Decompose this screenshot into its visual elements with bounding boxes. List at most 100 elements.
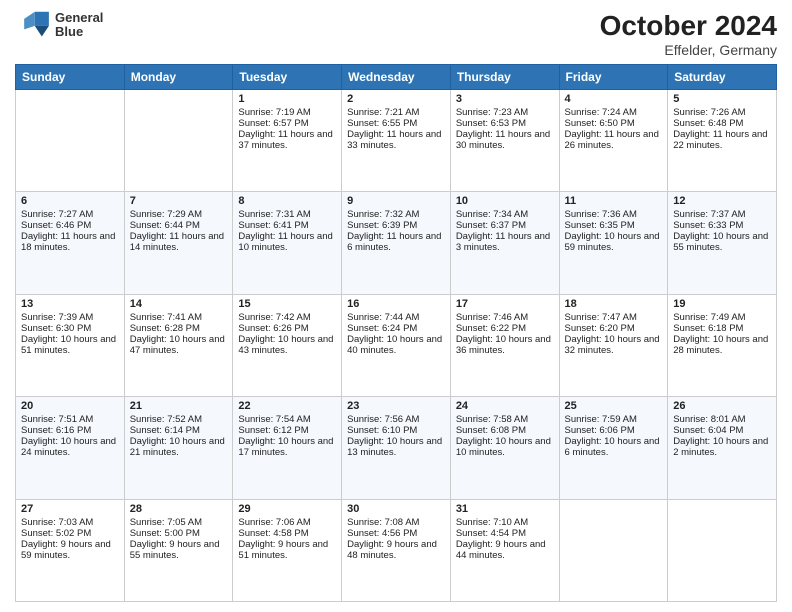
day-number: 22 <box>238 400 336 412</box>
day-number: 30 <box>347 503 445 515</box>
day-number: 25 <box>565 400 663 412</box>
sunrise-text: Sunrise: 7:42 AM <box>238 312 310 323</box>
calendar-cell: 10Sunrise: 7:34 AMSunset: 6:37 PMDayligh… <box>450 192 559 294</box>
calendar-cell: 3Sunrise: 7:23 AMSunset: 6:53 PMDaylight… <box>450 90 559 192</box>
sunrise-text: Sunrise: 7:08 AM <box>347 517 419 528</box>
sunset-text: Sunset: 6:18 PM <box>673 323 743 334</box>
day-number: 7 <box>130 195 228 207</box>
logo-line1: General <box>55 11 103 25</box>
calendar-cell <box>668 499 777 601</box>
calendar-cell: 23Sunrise: 7:56 AMSunset: 6:10 PMDayligh… <box>342 397 451 499</box>
day-number: 29 <box>238 503 336 515</box>
sunrise-text: Sunrise: 7:36 AM <box>565 209 637 220</box>
sunrise-text: Sunrise: 8:01 AM <box>673 414 745 425</box>
day-number: 4 <box>565 93 663 105</box>
day-header-wednesday: Wednesday <box>342 65 451 90</box>
daylight-text: Daylight: 10 hours and 47 minutes. <box>130 334 225 356</box>
sunset-text: Sunset: 6:22 PM <box>456 323 526 334</box>
daylight-text: Daylight: 10 hours and 43 minutes. <box>238 334 333 356</box>
sunrise-text: Sunrise: 7:06 AM <box>238 517 310 528</box>
sunset-text: Sunset: 5:02 PM <box>21 528 91 539</box>
sunrise-text: Sunrise: 7:54 AM <box>238 414 310 425</box>
sunset-text: Sunset: 6:14 PM <box>130 425 200 436</box>
day-number: 23 <box>347 400 445 412</box>
day-number: 16 <box>347 298 445 310</box>
daylight-text: Daylight: 11 hours and 6 minutes. <box>347 231 441 253</box>
sunset-text: Sunset: 6:33 PM <box>673 220 743 231</box>
calendar-cell: 16Sunrise: 7:44 AMSunset: 6:24 PMDayligh… <box>342 294 451 396</box>
sunset-text: Sunset: 4:58 PM <box>238 528 308 539</box>
sunset-text: Sunset: 6:08 PM <box>456 425 526 436</box>
day-number: 31 <box>456 503 554 515</box>
calendar-cell: 6Sunrise: 7:27 AMSunset: 6:46 PMDaylight… <box>16 192 125 294</box>
sunrise-text: Sunrise: 7:46 AM <box>456 312 528 323</box>
header: General Blue October 2024 Effelder, Germ… <box>15 10 777 58</box>
day-header-friday: Friday <box>559 65 668 90</box>
sunset-text: Sunset: 6:48 PM <box>673 118 743 129</box>
sunrise-text: Sunrise: 7:52 AM <box>130 414 202 425</box>
sunset-text: Sunset: 6:57 PM <box>238 118 308 129</box>
calendar-cell: 2Sunrise: 7:21 AMSunset: 6:55 PMDaylight… <box>342 90 451 192</box>
sunset-text: Sunset: 6:16 PM <box>21 425 91 436</box>
daylight-text: Daylight: 11 hours and 26 minutes. <box>565 129 659 151</box>
logo: General Blue <box>15 10 103 40</box>
day-number: 1 <box>238 93 336 105</box>
daylight-text: Daylight: 10 hours and 24 minutes. <box>21 436 116 458</box>
calendar-cell: 12Sunrise: 7:37 AMSunset: 6:33 PMDayligh… <box>668 192 777 294</box>
sunset-text: Sunset: 6:53 PM <box>456 118 526 129</box>
sunset-text: Sunset: 6:37 PM <box>456 220 526 231</box>
logo-text: General Blue <box>55 11 103 40</box>
day-number: 8 <box>238 195 336 207</box>
calendar-cell: 30Sunrise: 7:08 AMSunset: 4:56 PMDayligh… <box>342 499 451 601</box>
day-number: 28 <box>130 503 228 515</box>
sunrise-text: Sunrise: 7:10 AM <box>456 517 528 528</box>
calendar-cell <box>16 90 125 192</box>
sunrise-text: Sunrise: 7:21 AM <box>347 107 419 118</box>
calendar-cell: 31Sunrise: 7:10 AMSunset: 4:54 PMDayligh… <box>450 499 559 601</box>
daylight-text: Daylight: 11 hours and 33 minutes. <box>347 129 441 151</box>
day-number: 3 <box>456 93 554 105</box>
calendar-cell: 17Sunrise: 7:46 AMSunset: 6:22 PMDayligh… <box>450 294 559 396</box>
calendar-cell: 19Sunrise: 7:49 AMSunset: 6:18 PMDayligh… <box>668 294 777 396</box>
daylight-text: Daylight: 9 hours and 51 minutes. <box>238 539 328 561</box>
calendar-cell: 5Sunrise: 7:26 AMSunset: 6:48 PMDaylight… <box>668 90 777 192</box>
sunrise-text: Sunrise: 7:19 AM <box>238 107 310 118</box>
day-number: 5 <box>673 93 771 105</box>
calendar-cell: 11Sunrise: 7:36 AMSunset: 6:35 PMDayligh… <box>559 192 668 294</box>
calendar-cell: 29 Sunrise: 7:06 AMSunset: 4:58 PMDayligh… <box>233 499 342 601</box>
calendar-cell: 24Sunrise: 7:58 AMSunset: 6:08 PMDayligh… <box>450 397 559 499</box>
calendar-cell: 13Sunrise: 7:39 AMSunset: 6:30 PMDayligh… <box>16 294 125 396</box>
calendar-cell: 22Sunrise: 7:54 AMSunset: 6:12 PMDayligh… <box>233 397 342 499</box>
calendar-cell: 28Sunrise: 7:05 AMSunset: 5:00 PMDayligh… <box>124 499 233 601</box>
sunrise-text: Sunrise: 7:47 AM <box>565 312 637 323</box>
daylight-text: Daylight: 11 hours and 22 minutes. <box>673 129 767 151</box>
sunrise-text: Sunrise: 7:49 AM <box>673 312 745 323</box>
daylight-text: Daylight: 11 hours and 10 minutes. <box>238 231 332 253</box>
calendar: SundayMondayTuesdayWednesdayThursdayFrid… <box>15 64 777 602</box>
sunrise-text: Sunrise: 7:51 AM <box>21 414 93 425</box>
calendar-cell <box>124 90 233 192</box>
daylight-text: Daylight: 10 hours and 21 minutes. <box>130 436 225 458</box>
day-number: 19 <box>673 298 771 310</box>
sunrise-text: Sunrise: 7:39 AM <box>21 312 93 323</box>
sunrise-text: Sunrise: 7:05 AM <box>130 517 202 528</box>
calendar-cell: 7Sunrise: 7:29 AMSunset: 6:44 PMDaylight… <box>124 192 233 294</box>
daylight-text: Daylight: 11 hours and 30 minutes. <box>456 129 550 151</box>
week-row-2: 6Sunrise: 7:27 AMSunset: 6:46 PMDaylight… <box>16 192 777 294</box>
day-number: 11 <box>565 195 663 207</box>
sunset-text: Sunset: 6:39 PM <box>347 220 417 231</box>
sunset-text: Sunset: 6:55 PM <box>347 118 417 129</box>
calendar-cell: 1Sunrise: 7:19 AMSunset: 6:57 PMDaylight… <box>233 90 342 192</box>
day-number: 20 <box>21 400 119 412</box>
sunrise-text: Sunrise: 7:37 AM <box>673 209 745 220</box>
sunrise-text: Sunrise: 7:31 AM <box>238 209 310 220</box>
logo-icon <box>15 10 51 40</box>
calendar-cell: 8Sunrise: 7:31 AMSunset: 6:41 PMDaylight… <box>233 192 342 294</box>
calendar-cell: 14Sunrise: 7:41 AMSunset: 6:28 PMDayligh… <box>124 294 233 396</box>
day-number: 17 <box>456 298 554 310</box>
page: General Blue October 2024 Effelder, Germ… <box>0 0 792 612</box>
sunset-text: Sunset: 6:10 PM <box>347 425 417 436</box>
sunset-text: Sunset: 6:20 PM <box>565 323 635 334</box>
sunrise-text: Sunrise: 7:03 AM <box>21 517 93 528</box>
month-title: October 2024 <box>600 10 777 42</box>
